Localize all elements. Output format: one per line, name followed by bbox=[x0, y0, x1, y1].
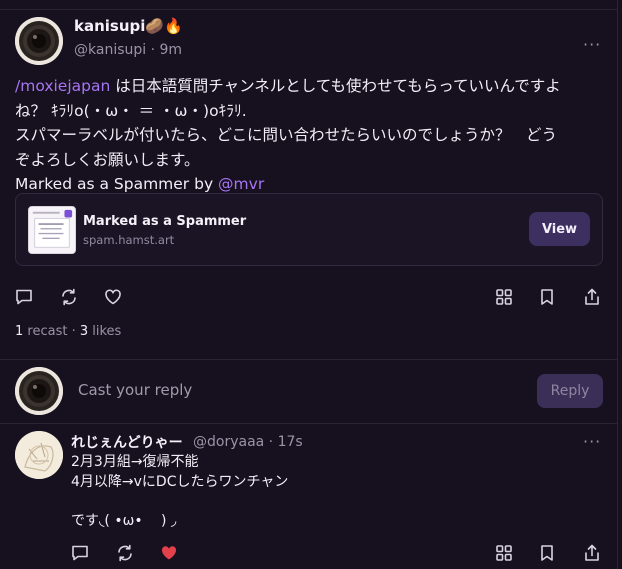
post-body-line5: Marked as a Spammer by bbox=[15, 175, 219, 193]
divider bbox=[0, 359, 618, 360]
author-handle-time[interactable]: @kanisupi · 9m bbox=[74, 42, 182, 58]
reply-author-name[interactable]: れじぇんどりゃー bbox=[71, 432, 183, 452]
post-body-line2: ね？ ｷﾗﾘo(・ω・ ＝ ・ω・)oｷﾗﾘ. bbox=[15, 101, 247, 120]
embed-thumbnail bbox=[28, 206, 76, 254]
reply-share-icon[interactable] bbox=[582, 543, 602, 563]
author-name[interactable]: kanisupi🥔🔥 bbox=[74, 17, 183, 35]
reply-button[interactable]: Reply bbox=[537, 374, 603, 408]
reply-grid-icon[interactable] bbox=[494, 543, 514, 563]
engagement-stats: 1 recast · 3 likes bbox=[15, 324, 121, 339]
reply-recast-icon[interactable] bbox=[115, 543, 135, 563]
top-divider bbox=[0, 0, 618, 10]
comment-icon[interactable] bbox=[14, 287, 34, 307]
reply-author-avatar[interactable] bbox=[15, 431, 63, 479]
reply-bookmark-icon[interactable] bbox=[537, 543, 557, 563]
embed-view-button[interactable]: View bbox=[529, 212, 590, 246]
likes-count[interactable]: 3 bbox=[80, 324, 88, 339]
post-body: /moxiejapan は日本語質問チャンネルとしても使わせてもらっていいんです… bbox=[15, 74, 605, 197]
post-body-line1: は日本語質問チャンネルとしても使わせてもらっていいんですよ bbox=[110, 77, 561, 95]
recast-label[interactable]: recast · bbox=[23, 324, 80, 339]
bookmark-icon[interactable] bbox=[537, 287, 557, 307]
user-mention-link[interactable]: @mvr bbox=[218, 175, 264, 193]
post-body-line4: ぞよろしくお願いします。 bbox=[15, 150, 200, 169]
link-embed-card[interactable]: Marked as a Spammer spam.hamst.art View bbox=[15, 193, 603, 266]
recast-icon[interactable] bbox=[59, 287, 79, 307]
channel-link[interactable]: /moxiejapan bbox=[15, 77, 110, 95]
divider bbox=[0, 423, 618, 424]
share-icon[interactable] bbox=[582, 287, 602, 307]
more-options-icon[interactable]: ··· bbox=[583, 37, 601, 53]
embed-title: Marked as a Spammer bbox=[83, 214, 247, 229]
embed-domain: spam.hamst.art bbox=[83, 233, 175, 247]
grid-icon[interactable] bbox=[494, 287, 514, 307]
reply-more-options-icon[interactable]: ··· bbox=[583, 434, 601, 450]
reply-body: 2月3月組→復帰不能 4月以降→vにDCしたらワンチャン です◟( •ω• ) … bbox=[71, 454, 289, 529]
author-avatar[interactable] bbox=[15, 17, 63, 65]
reply-input[interactable]: Cast your reply bbox=[78, 381, 192, 399]
feed-panel: kanisupi🥔🔥 @kanisupi · 9m ··· /moxiejapa… bbox=[0, 0, 618, 569]
likes-label[interactable]: likes bbox=[88, 324, 121, 339]
reply-comment-icon[interactable] bbox=[70, 543, 90, 563]
reply-author-handle-time[interactable]: @doryaaa · 17s bbox=[193, 434, 303, 450]
post-body-line3: スパマーラベルが付いたら、どこに問い合わせたらいいのでしょうか？ どう bbox=[15, 126, 558, 144]
reply-heart-filled-icon[interactable] bbox=[159, 543, 179, 563]
current-user-avatar bbox=[15, 367, 63, 415]
heart-icon[interactable] bbox=[103, 287, 123, 307]
